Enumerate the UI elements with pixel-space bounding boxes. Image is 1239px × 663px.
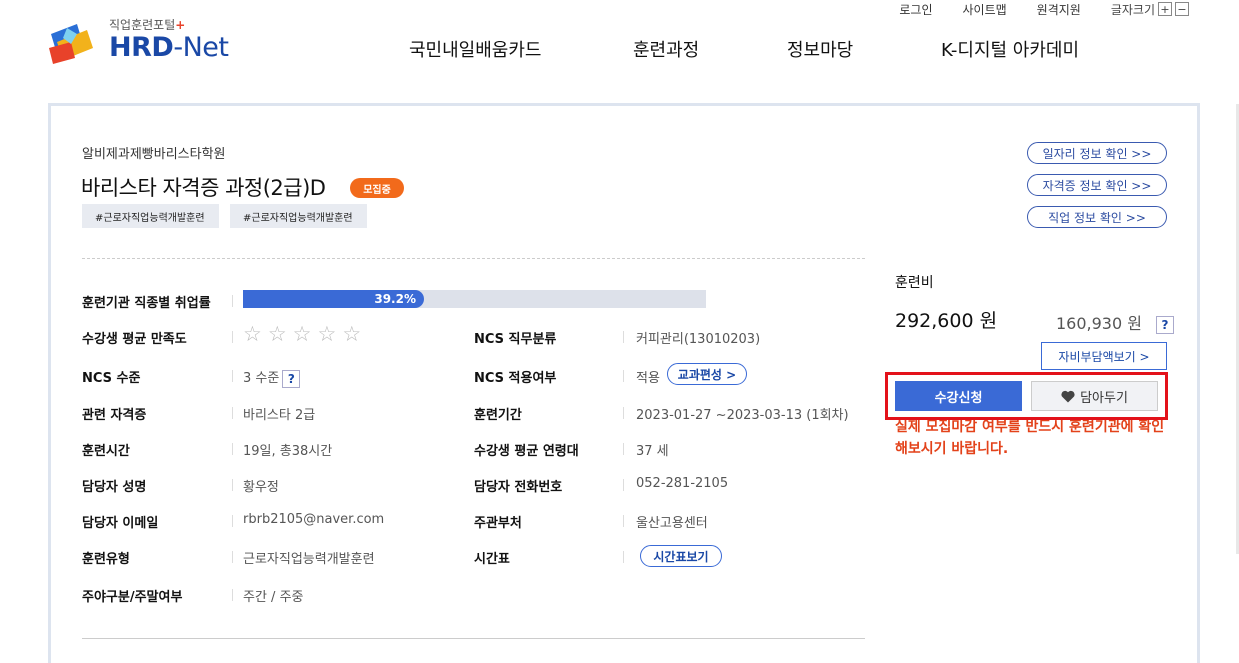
dept-label: 주관부처 bbox=[474, 516, 522, 531]
age-label: 수강생 평균 연령대 bbox=[474, 444, 579, 459]
ncs-class-label: NCS 직무분류 bbox=[474, 332, 557, 347]
logo-subtitle: 직업훈련포털 bbox=[109, 18, 176, 32]
site-logo[interactable]: 직업훈련포털+ HRD-Net bbox=[47, 12, 247, 64]
ncs-apply-value: 적용 bbox=[636, 371, 660, 386]
employment-rate-value: 39.2% bbox=[374, 292, 416, 306]
course-title: 바리스타 자격증 과정(2급)D bbox=[81, 176, 326, 200]
star-icon: ☆ bbox=[342, 322, 362, 346]
manager-value: 황우정 bbox=[243, 480, 279, 495]
course-tag: #근로자직업능력개발훈련 bbox=[230, 204, 367, 228]
font-size-label: 글자크기 bbox=[1110, 2, 1155, 17]
status-badge: 모집중 bbox=[350, 178, 404, 198]
star-icon: ☆ bbox=[243, 322, 262, 346]
nav-item-info[interactable]: 정보마당 bbox=[787, 36, 853, 62]
email-label: 담당자 이메일 bbox=[82, 516, 159, 531]
logo-mark-icon bbox=[49, 24, 93, 64]
logo-hrd: HRD bbox=[109, 32, 174, 63]
save-button[interactable]: 담아두기 bbox=[1031, 381, 1158, 411]
phone-value: 052-281-2105 bbox=[636, 476, 729, 491]
curriculum-button[interactable]: 교과편성 > bbox=[667, 363, 747, 385]
satisfaction-label: 수강생 평균 만족도 bbox=[82, 332, 187, 347]
save-button-label: 담아두기 bbox=[1080, 390, 1128, 406]
daynight-label: 주야구분/주말여부 bbox=[82, 590, 183, 605]
employment-rate-label: 훈련기관 직종별 취업률 bbox=[82, 296, 211, 311]
training-type-label: 훈련유형 bbox=[82, 552, 130, 567]
utility-bar: 로그인 사이트맵 원격지원 글자크기 + − bbox=[884, 0, 1189, 18]
cert-label: 관련 자격증 bbox=[82, 408, 147, 423]
hours-label: 훈련시간 bbox=[82, 444, 130, 459]
ncs-help-button[interactable]: ? bbox=[282, 369, 301, 388]
font-increase-button[interactable]: + bbox=[1158, 2, 1172, 16]
logo-dash: - bbox=[173, 32, 183, 63]
star-icon: ☆ bbox=[317, 322, 337, 346]
login-link[interactable]: 로그인 bbox=[884, 1, 947, 18]
logo-plus: + bbox=[175, 18, 186, 32]
heart-icon bbox=[1061, 390, 1075, 402]
daynight-value: 주간 / 주중 bbox=[243, 590, 304, 605]
star-icon: ☆ bbox=[292, 322, 312, 346]
fee-label: 훈련비 bbox=[895, 275, 934, 291]
fee-self: 160,930 원 bbox=[1056, 314, 1142, 333]
email-value: rbrb2105@naver.com bbox=[243, 512, 385, 527]
fee-total: 292,600 원 bbox=[895, 310, 998, 332]
divider bbox=[82, 258, 865, 259]
fee-help-button[interactable]: ? bbox=[1155, 315, 1174, 334]
divider bbox=[82, 638, 865, 639]
star-icon: ☆ bbox=[267, 322, 287, 346]
institution-name[interactable]: 알비제과제빵바리스타학원 bbox=[82, 143, 226, 162]
course-tag: #근로자직업능력개발훈련 bbox=[82, 204, 219, 228]
nav-item-kdigital[interactable]: K-디지털 아카데미 bbox=[941, 36, 1079, 62]
self-pay-button[interactable]: 자비부담액보기 > bbox=[1041, 342, 1167, 370]
cert-info-link[interactable]: 자격증 정보 확인 >> bbox=[1027, 174, 1167, 196]
period-label: 훈련기간 bbox=[474, 408, 522, 423]
notice-text: 실제 모집마감 여부를 반드시 훈련기관에 확인해보시기 바랍니다. bbox=[895, 419, 1165, 457]
ncs-apply-label: NCS 적용여부 bbox=[474, 371, 557, 386]
training-type-value: 근로자직업능력개발훈련 bbox=[243, 552, 375, 567]
font-decrease-button[interactable]: − bbox=[1175, 2, 1189, 16]
phone-label: 담당자 전화번호 bbox=[474, 480, 563, 495]
logo-net: Net bbox=[182, 32, 229, 63]
timetable-button[interactable]: 시간표보기 bbox=[640, 545, 722, 567]
job-info-link[interactable]: 일자리 정보 확인 >> bbox=[1027, 142, 1167, 164]
sitemap-link[interactable]: 사이트맵 bbox=[947, 1, 1021, 18]
hours-value: 19일, 총38시간 bbox=[243, 444, 333, 459]
manager-label: 담당자 성명 bbox=[82, 480, 147, 495]
remote-support-link[interactable]: 원격지원 bbox=[1022, 1, 1096, 18]
employment-rate-bar: 39.2% bbox=[243, 290, 424, 308]
satisfaction-stars: ☆ ☆ ☆ ☆ ☆ bbox=[243, 324, 361, 345]
nav-item-card[interactable]: 국민내일배움카드 bbox=[409, 36, 541, 62]
dept-value: 울산고용센터 bbox=[636, 516, 708, 531]
period-value: 2023-01-27 ~2023-03-13 (1회차) bbox=[636, 408, 849, 423]
timetable-label: 시간표 bbox=[474, 552, 510, 567]
cert-value: 바리스타 2급 bbox=[243, 408, 316, 423]
apply-button[interactable]: 수강신청 bbox=[895, 381, 1022, 411]
age-value: 37 세 bbox=[636, 444, 669, 459]
ncs-class-value: 커피관리(13010203) bbox=[636, 332, 761, 347]
nav-item-courses[interactable]: 훈련과정 bbox=[633, 36, 699, 62]
ncs-level-label: NCS 수준 bbox=[82, 371, 141, 386]
ncs-level-value: 3 수준 bbox=[243, 371, 280, 386]
occupation-info-link[interactable]: 직업 정보 확인 >> bbox=[1027, 206, 1167, 228]
font-size-control: 글자크기 + − bbox=[1096, 1, 1189, 18]
